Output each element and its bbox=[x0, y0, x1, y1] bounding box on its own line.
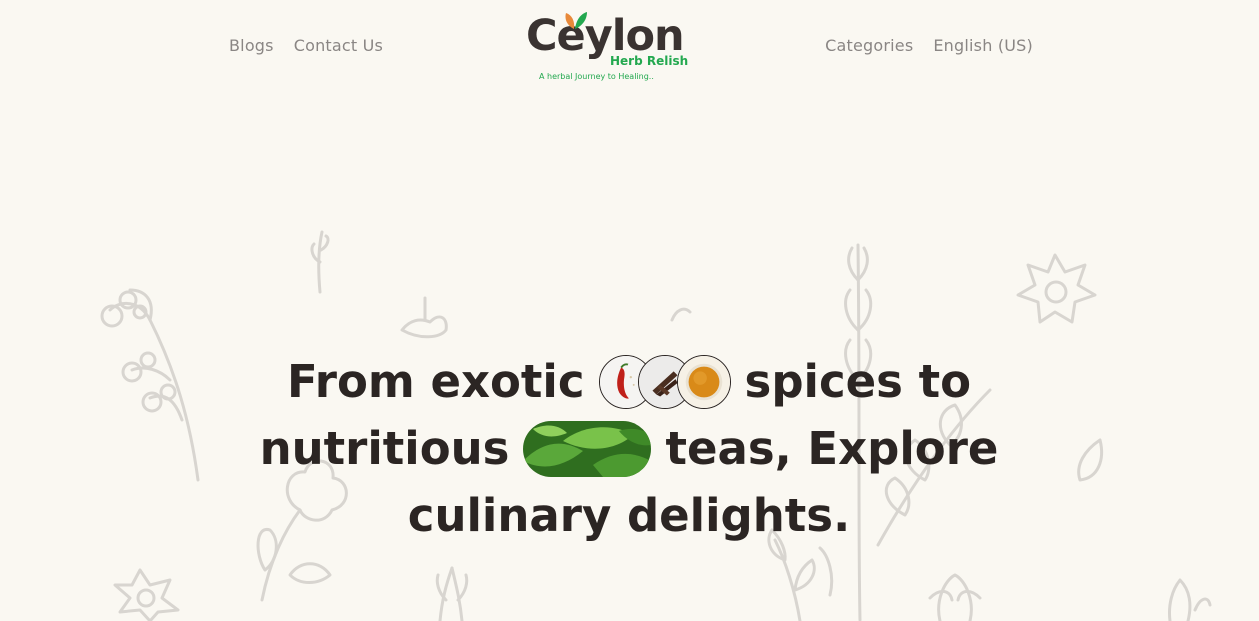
turmeric-powder-image bbox=[676, 354, 731, 409]
tea-leaves-image bbox=[523, 420, 652, 477]
logo-subtitle: Herb Relish bbox=[610, 54, 689, 68]
hero-text-nutritious: nutritious bbox=[259, 422, 510, 476]
nav-blogs-link[interactable]: Blogs bbox=[229, 36, 274, 55]
hero-line-1: From exotic spices to bbox=[229, 348, 1029, 415]
hero-text-from-exotic: From exotic bbox=[286, 355, 585, 409]
nav-contact-us-link[interactable]: Contact Us bbox=[294, 36, 383, 55]
hero-text-culinary-delights: culinary delights. bbox=[407, 489, 851, 543]
primary-nav-left: Blogs Contact Us bbox=[229, 36, 383, 55]
hero-text-teas-explore: teas, Explore bbox=[665, 422, 999, 476]
primary-nav-right: Categories English (US) bbox=[825, 36, 1033, 55]
logo-tagline: A herbal Journey to Healing.. bbox=[539, 72, 654, 81]
leaf-icon bbox=[565, 12, 587, 29]
nav-categories-link[interactable]: Categories bbox=[825, 36, 913, 55]
page: Blogs Contact Us Ceylon Herb Relish A he… bbox=[0, 0, 1259, 621]
hero-text-spices-to: spices to bbox=[744, 355, 972, 409]
spice-images bbox=[598, 354, 731, 410]
ceylon-herb-relish-logo[interactable]: Ceylon Herb Relish A herbal Journey to H… bbox=[526, 10, 688, 86]
hero-line-2: nutritious teas, Explore bbox=[229, 415, 1029, 482]
hero-line-3: culinary delights. bbox=[229, 482, 1029, 549]
hero-heading: From exotic spices to nutritious teas, E… bbox=[229, 348, 1029, 549]
language-selector[interactable]: English (US) bbox=[933, 36, 1033, 55]
